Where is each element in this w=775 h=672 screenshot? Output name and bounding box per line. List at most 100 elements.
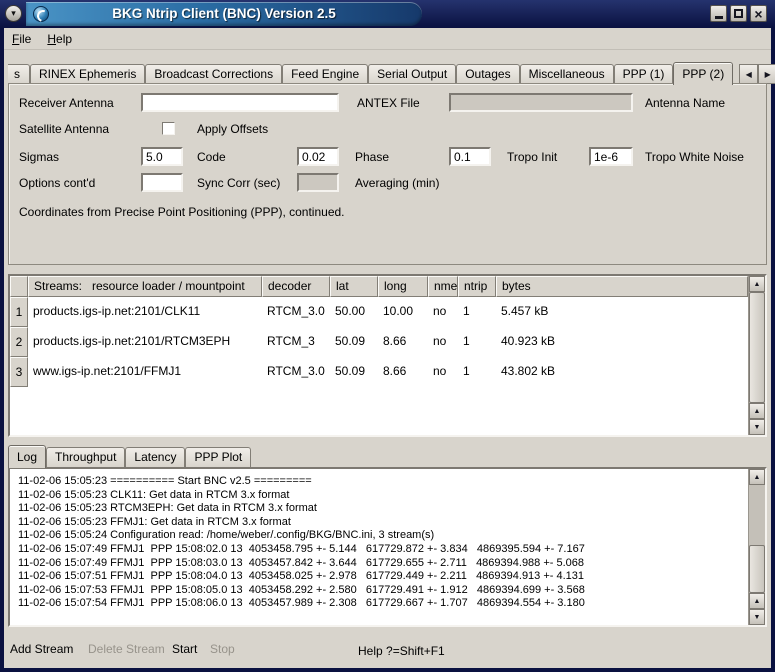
header-corner-cell: [10, 276, 28, 297]
delete-stream-button[interactable]: Delete Stream: [88, 642, 165, 656]
table-scrollbar-thumb[interactable]: [749, 292, 765, 403]
header-lat: lat: [330, 276, 378, 297]
table-scroll-down-button[interactable]: ▼: [749, 419, 765, 435]
log-scroll-down-button[interactable]: ▼: [749, 609, 765, 625]
tab-scroll-arrows: ◀ ▶: [739, 64, 775, 84]
window-title: BKG Ntrip Client (BNC) Version 2.5: [26, 2, 422, 26]
row-number[interactable]: 3: [10, 357, 28, 387]
header-bytes: bytes: [496, 276, 748, 297]
cell-decoder: RTCM_3: [262, 327, 330, 357]
main-tabbar: s RINEX Ephemeris Broadcast Corrections …: [8, 61, 775, 84]
up-arrow-icon: ▲: [754, 474, 761, 481]
menubar: File Help: [4, 28, 771, 50]
streams-table: Streams: resource loader / mountpoint de…: [8, 274, 767, 437]
log-line: 11-02-06 15:05:23 FFMJ1: Get data in RTC…: [18, 516, 740, 530]
code-label: Code: [197, 150, 226, 164]
tab-broadcast-corrections[interactable]: Broadcast Corrections: [145, 64, 282, 84]
code-input[interactable]: [297, 147, 339, 166]
left-arrow-icon: ◀: [746, 70, 752, 79]
stream-row-1[interactable]: 1 products.igs-ip.net:2101/CLK11 RTCM_3.…: [10, 297, 748, 327]
log-line: 11-02-06 15:07:51 FFMJ1 PPP 15:08:04.0 1…: [18, 570, 740, 584]
up-arrow-icon: ▲: [754, 408, 761, 415]
table-scroll-up-button[interactable]: ▲: [749, 276, 765, 292]
log-scrollbar[interactable]: ▲ ▲ ▼: [748, 469, 765, 625]
titlebar[interactable]: ▾ BKG Ntrip Client (BNC) Version 2.5 ×: [0, 0, 775, 28]
table-scroll-up-button-2[interactable]: ▲: [749, 403, 765, 419]
cell-decoder: RTCM_3.0: [262, 357, 330, 387]
window-menu-button[interactable]: ▾: [5, 5, 22, 22]
tab-scroll-left-button[interactable]: ◀: [739, 64, 758, 84]
cell-mountpoint: products.igs-ip.net:2101/CLK11: [28, 297, 262, 327]
stop-button[interactable]: Stop: [210, 642, 235, 656]
down-arrow-icon: ▼: [754, 424, 761, 431]
sync-corr-input[interactable]: [297, 173, 339, 192]
tab-ppp-1[interactable]: PPP (1): [614, 64, 674, 84]
log-scroll-up-button-2[interactable]: ▲: [749, 593, 765, 609]
receiver-antenna-input[interactable]: [141, 93, 339, 112]
close-button[interactable]: ×: [750, 5, 767, 22]
ppp2-note: Coordinates from Precise Point Positioni…: [19, 205, 345, 219]
ppp2-panel: Receiver Antenna ANTEX File Antenna Name…: [8, 83, 767, 265]
start-button[interactable]: Start: [172, 642, 197, 656]
log-scroll-up-button[interactable]: ▲: [749, 469, 765, 485]
cell-ntrip: 1: [458, 357, 496, 387]
row-number[interactable]: 2: [10, 327, 28, 357]
title-capsule: BKG Ntrip Client (BNC) Version 2.5: [26, 2, 422, 26]
cell-nmea: no: [428, 327, 458, 357]
output-tabbar: Log Throughput Latency PPP Plot: [8, 446, 251, 467]
cell-nmea: no: [428, 297, 458, 327]
minimize-button[interactable]: [710, 5, 727, 22]
menu-help[interactable]: Help: [39, 30, 80, 48]
tab-rinex-ephemeris[interactable]: RINEX Ephemeris: [30, 64, 145, 84]
log-scrollbar-thumb[interactable]: [749, 545, 765, 593]
row-number[interactable]: 1: [10, 297, 28, 327]
satellite-antenna-label: Satellite Antenna: [19, 122, 109, 136]
table-scrollbar[interactable]: ▲ ▲ ▼: [748, 276, 765, 435]
tab-serial-output[interactable]: Serial Output: [368, 64, 456, 84]
cell-long: 8.66: [378, 327, 428, 357]
tab-outages[interactable]: Outages: [456, 64, 519, 84]
averaging-label: Averaging (min): [355, 176, 439, 190]
tab-throughput[interactable]: Throughput: [46, 447, 125, 467]
options-contd-label: Options cont'd: [19, 176, 95, 190]
tab-ppp-2[interactable]: PPP (2): [673, 62, 733, 85]
add-stream-button[interactable]: Add Stream: [10, 642, 73, 656]
up-arrow-icon: ▲: [754, 598, 761, 605]
table-scrollbar-track[interactable]: [749, 292, 765, 403]
log-line: 11-02-06 15:05:24 Configuration read: /h…: [18, 529, 740, 543]
options-contd-input[interactable]: [141, 173, 183, 192]
antex-file-label: ANTEX File: [357, 96, 420, 110]
tab-ppp-plot[interactable]: PPP Plot: [185, 447, 251, 467]
maximize-button[interactable]: [730, 5, 747, 22]
log-scrollbar-track[interactable]: [749, 485, 765, 593]
cell-long: 10.00: [378, 297, 428, 327]
antenna-name-label: Antenna Name: [645, 96, 725, 110]
menu-file[interactable]: File: [4, 30, 39, 48]
tab-clipped[interactable]: s: [8, 64, 30, 84]
cell-bytes: 40.923 kB: [496, 327, 748, 357]
window-menu-icon: ▾: [11, 9, 16, 18]
tab-scroll-right-button[interactable]: ▶: [758, 64, 775, 84]
cell-bytes: 5.457 kB: [496, 297, 748, 327]
stream-row-2[interactable]: 2 products.igs-ip.net:2101/RTCM3EPH RTCM…: [10, 327, 748, 357]
tab-feed-engine[interactable]: Feed Engine: [282, 64, 368, 84]
antex-file-input[interactable]: [449, 93, 633, 112]
tropo-init-label: Tropo Init: [507, 150, 557, 164]
log-line: 11-02-06 15:07:49 FFMJ1 PPP 15:08:02.0 1…: [18, 543, 740, 557]
stream-row-3[interactable]: 3 www.igs-ip.net:2101/FFMJ1 RTCM_3.0 50.…: [10, 357, 748, 387]
log-line: 11-02-06 15:07:53 FFMJ1 PPP 15:08:05.0 1…: [18, 584, 740, 598]
tropo-init-input[interactable]: [589, 147, 633, 166]
apply-offsets-label: Apply Offsets: [197, 122, 268, 136]
right-arrow-icon: ▶: [765, 70, 771, 79]
cell-lat: 50.00: [330, 297, 378, 327]
tab-miscellaneous[interactable]: Miscellaneous: [520, 64, 614, 84]
apply-offsets-checkbox[interactable]: [162, 122, 175, 135]
tab-latency[interactable]: Latency: [125, 447, 185, 467]
cell-mountpoint: www.igs-ip.net:2101/FFMJ1: [28, 357, 262, 387]
phase-input[interactable]: [449, 147, 491, 166]
tab-log[interactable]: Log: [8, 445, 46, 468]
sigmas-input[interactable]: [141, 147, 183, 166]
receiver-antenna-label: Receiver Antenna: [19, 96, 114, 110]
sigmas-label: Sigmas: [19, 150, 59, 164]
cell-decoder: RTCM_3.0: [262, 297, 330, 327]
